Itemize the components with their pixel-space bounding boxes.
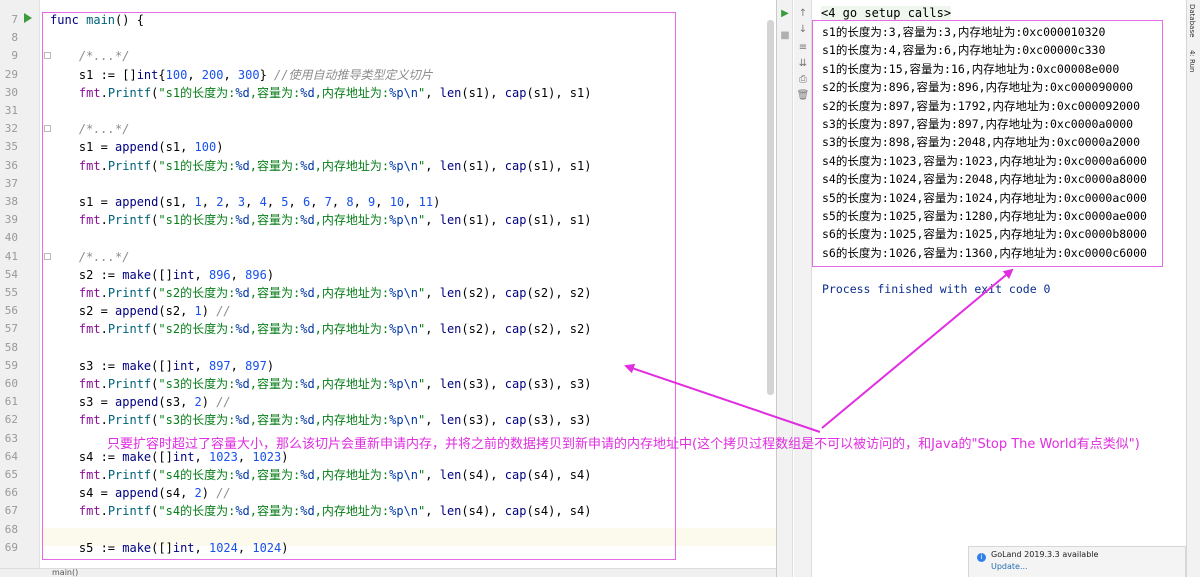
line-number: 58 [4,340,18,354]
update-link[interactable]: Update... [991,562,1028,571]
line-number: 30 [4,85,18,99]
code-editor[interactable]: 7 8 9 29 30 31 32 35 36 37 38 39 40 41 54 55 56 57 58 59 60 6… [0,0,780,577]
line-number: 35 [4,140,18,154]
line-number: 32 [4,122,18,136]
database-tab[interactable]: Database [1188,4,1196,37]
line-number: 62 [4,413,18,427]
console-line: s1的长度为:15,容量为:16,内存地址为:0xc00008e000 [822,61,1120,76]
console-line: s2的长度为:897,容量为:1792,内存地址为:0xc000092000 [822,98,1141,113]
fold-toggle-icon[interactable] [44,52,51,60]
console-line: s6的长度为:1025,容量为:1025,内存地址为:0xc0000b8000 [822,227,1147,242]
fold-toggle-icon[interactable] [44,252,51,260]
line-number-gutter: 7 8 9 29 30 31 32 35 36 37 38 39 40 41 54 55 56 57 58 59 60 6… [0,0,40,568]
line-number: 63 [4,431,18,445]
console-line: s4的长度为:1024,容量为:2048,内存地址为:0xc0000a8000 [822,172,1147,187]
line-number: 29 [4,67,18,81]
line-number: 39 [4,213,18,227]
run-gutter-icon[interactable] [24,13,32,23]
run-toolbar: ▶ ■ [777,0,793,577]
console-line: s5的长度为:1025,容量为:1280,内存地址为:0xc0000ae000 [822,209,1147,223]
console-line: s1的长度为:4,容量为:6,内存地址为:0xc00000c330 [822,43,1106,58]
line-number: 54 [4,267,18,281]
annotation-text: 只要扩容时超过了容量大小，那么该切片会重新申请内存，并将之前的数据拷贝到新申请的… [107,437,1140,452]
breadcrumb-item[interactable]: main() [52,568,78,577]
console-line: s3的长度为:897,容量为:897,内存地址为:0xc0000a0000 [822,117,1134,131]
stop-icon[interactable]: ■ [778,30,792,42]
arrow-up-icon[interactable]: ↑ [796,8,810,20]
line-number: 8 [11,31,18,45]
console-header-line: <4 go setup calls> [821,6,952,20]
line-number: 68 [4,522,18,536]
line-number: 9 [11,49,18,63]
line-number: 7 [11,13,18,26]
delete-icon[interactable]: 🗑 [796,90,810,102]
line-number: 69 [4,540,18,554]
console-line: s4的长度为:1023,容量为:1023,内存地址为:0xc0000a6000 [822,153,1147,168]
annotation-box-code [42,12,676,560]
run-tool-window: ▶ ■ ↑ ↓ ≡ ⇊ ⎙ 🗑 <4 go setup calls> s1的长度… [776,0,1186,577]
line-number: 57 [4,322,18,336]
line-number: 67 [4,504,18,518]
line-number: 36 [4,158,18,172]
line-number: 56 [4,304,18,318]
line-number: 55 [4,286,18,299]
run-side-toolbar: ↑ ↓ ≡ ⇊ ⎙ 🗑 [794,0,812,577]
run-tab[interactable]: 4: Run [1188,50,1196,72]
console-line: s3的长度为:898,容量为:2048,内存地址为:0xc0000a2000 [822,135,1141,150]
line-number: 65 [4,468,18,481]
print-icon[interactable]: ⎙ [796,74,810,86]
line-number: 64 [4,449,18,463]
line-number: 60 [4,377,18,390]
scroll-to-end-icon[interactable]: ⇊ [796,58,810,70]
line-number: 41 [4,249,18,263]
breadcrumb[interactable]: main() [0,568,780,577]
soft-wrap-icon[interactable]: ≡ [796,42,810,54]
line-number: 37 [4,176,18,190]
info-icon: i [977,553,986,562]
notification-title: GoLand 2019.3.3 available [991,550,1099,559]
editor-scrollbar[interactable] [767,20,774,395]
console-line: s6的长度为:1026,容量为:1360,内存地址为:0xc0000c6000 [822,245,1147,260]
process-finished-text: Process finished with exit code 0 [822,282,1051,296]
fold-toggle-icon[interactable] [44,125,51,133]
console-line: s1的长度为:3,容量为:3,内存地址为:0xc000010320 [822,25,1106,39]
line-number: 59 [4,358,18,372]
console-line: s5的长度为:1024,容量为:1024,内存地址为:0xc0000ac000 [822,190,1147,205]
line-number: 38 [4,195,18,208]
line-number: 31 [4,104,18,117]
console-line: s2的长度为:896,容量为:896,内存地址为:0xc000090000 [822,80,1134,95]
arrow-down-icon[interactable]: ↓ [796,24,810,36]
right-tool-strip: Database 4: Run [1186,0,1200,577]
update-notification[interactable]: i GoLand 2019.3.3 available Update... [968,546,1186,577]
line-number: 66 [4,486,18,500]
line-number: 61 [4,395,18,409]
line-number: 40 [4,231,18,245]
rerun-icon[interactable]: ▶ [778,8,792,20]
